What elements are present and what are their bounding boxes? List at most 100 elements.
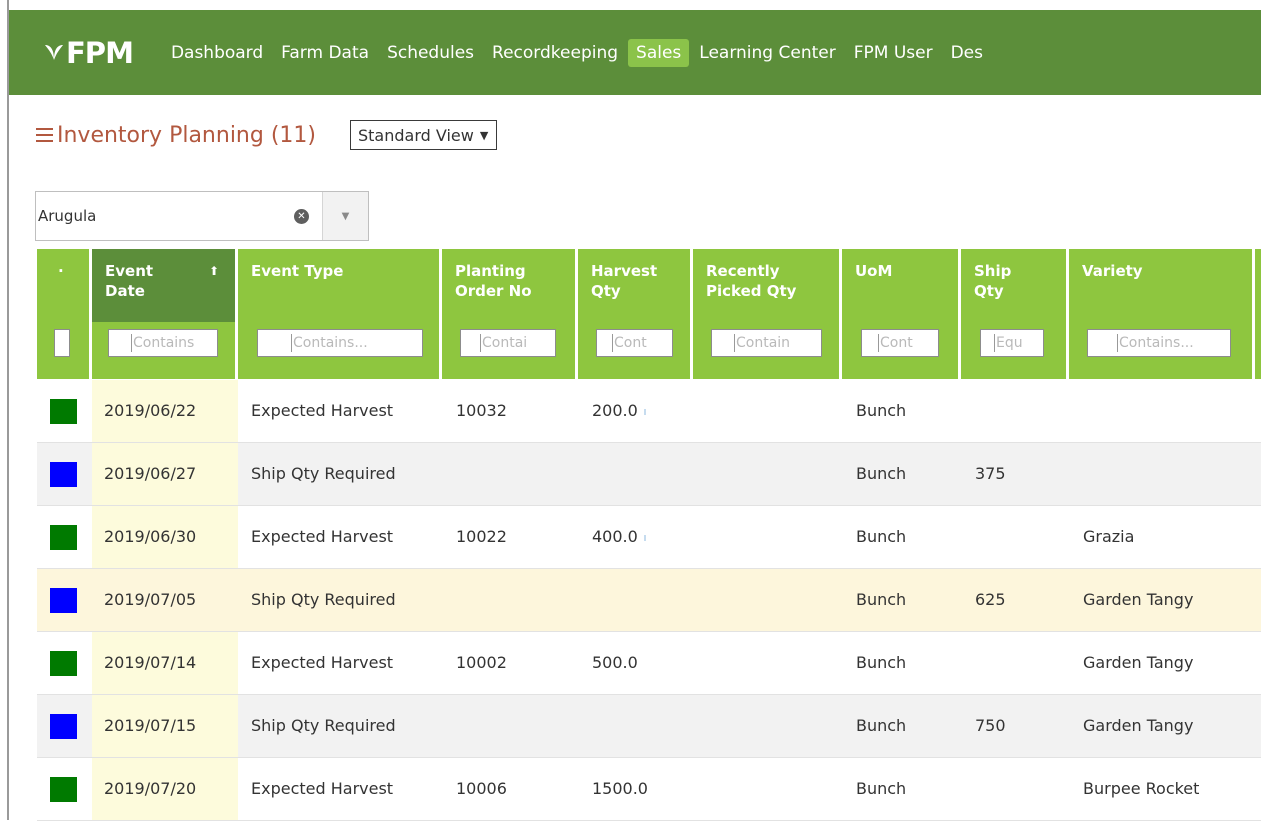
- cell-event-type: Ship Qty Required: [251, 695, 396, 757]
- nav-fpm-user[interactable]: FPM User: [846, 39, 941, 67]
- cell-uom: Bunch: [856, 758, 906, 820]
- event-color-swatch: [50, 462, 77, 487]
- cell-planting-order-no: 10002: [456, 632, 507, 694]
- cell-text: Ship Qty Required: [251, 464, 396, 483]
- cell-harvest-qty: 200.0: [592, 380, 646, 442]
- column-filter-marker[interactable]: [54, 329, 70, 357]
- top-navigation-bar: FPM Dashboard Farm Data Schedules Recordkee…: [9, 10, 1261, 95]
- cell-planting-order-no: 10032: [456, 380, 507, 442]
- column-filter-event-type[interactable]: Contains...: [257, 329, 423, 357]
- cell-harvest-qty: 400.0: [592, 506, 646, 568]
- view-select[interactable]: Standard View ▼: [350, 120, 498, 150]
- table-row[interactable]: 2019/06/30 Expected Harvest 10022 400.0 Bunc…: [37, 506, 1261, 569]
- column-header-recently-picked-qty[interactable]: Recently Picked Qty: [693, 249, 842, 379]
- cell-harvest-qty: 500.0: [592, 632, 638, 694]
- table-row[interactable]: 2019/07/05 Ship Qty Required Bunch 625 Garde…: [37, 569, 1261, 632]
- cell-planting-order-no: 10006: [456, 758, 507, 820]
- column-header-event-type[interactable]: Event Type: [238, 249, 442, 379]
- column-header-event-date[interactable]: Event Date ⬆: [92, 249, 238, 379]
- cell-variety: Burpee Rocket: [1083, 758, 1199, 820]
- page-left-border: [7, 0, 9, 820]
- cell-variety: Garden Tangy: [1083, 695, 1193, 757]
- clear-icon[interactable]: ✕: [294, 208, 309, 224]
- cell-text: 2019/06/27: [104, 464, 197, 483]
- cell-event-date: 2019/07/20: [104, 758, 196, 820]
- cell-planting-order-no: 10022: [456, 506, 507, 568]
- column-filter-harvest-qty[interactable]: Cont: [596, 329, 673, 357]
- cell-text: 10022: [456, 527, 507, 546]
- page-title: Inventory Planning (11): [57, 122, 316, 148]
- cell-text: 2019/07/20: [104, 779, 197, 798]
- nav-sales[interactable]: Sales: [628, 38, 690, 67]
- cell-ship-qty: 750: [975, 695, 1006, 757]
- column-filter-uom[interactable]: Cont: [861, 329, 939, 357]
- fpm-logo[interactable]: FPM: [44, 36, 134, 70]
- column-header-marker[interactable]: ·: [37, 249, 92, 379]
- nav-recordkeeping[interactable]: Recordkeeping: [484, 39, 626, 67]
- cell-text: Expected Harvest: [251, 401, 394, 420]
- column-filter-recently-picked-qty[interactable]: Contain: [711, 329, 822, 357]
- filter-placeholder: Contains...: [293, 335, 368, 351]
- dropdown-toggle-button[interactable]: ▼: [322, 192, 368, 240]
- column-header-uom[interactable]: UoM: [842, 249, 961, 379]
- cell-text: Bunch: [856, 401, 907, 420]
- cell-text: 2019/07/05: [104, 590, 197, 609]
- column-label: Planting Order No: [455, 262, 532, 300]
- nav-des[interactable]: Des: [943, 39, 991, 67]
- table-row[interactable]: 2019/06/27 Ship Qty Required Bunch 375: [37, 443, 1261, 506]
- view-select-value: Standard View: [358, 125, 474, 145]
- column-header-harvest-qty[interactable]: Harvest Qty: [578, 249, 693, 379]
- cell-text: Expected Harvest: [251, 527, 394, 546]
- cell-text: Expected Harvest: [251, 653, 394, 672]
- column-filter-planting-order-no[interactable]: Contai: [460, 329, 556, 357]
- table-row[interactable]: 2019/07/15 Ship Qty Required Bunch 750 Garde…: [37, 695, 1261, 758]
- filter-placeholder: Contain: [736, 335, 791, 351]
- filter-placeholder: Cont: [614, 335, 647, 351]
- cell-text: 750: [975, 716, 1006, 735]
- column-filter-ship-qty[interactable]: Equ: [980, 329, 1044, 357]
- cell-text: 500.0: [592, 653, 638, 672]
- cell-text: Bunch: [856, 779, 907, 798]
- grid-header: · Event Date ⬆ Contains Event Type Contains..…: [37, 249, 1261, 379]
- column-header-planting-order-no[interactable]: Planting Order No: [442, 249, 578, 379]
- column-label: ·: [58, 262, 64, 280]
- nav-dashboard[interactable]: Dashboard: [163, 39, 271, 67]
- table-row[interactable]: 2019/07/14 Expected Harvest 10002 500.0 Bunc…: [37, 632, 1261, 695]
- cell-event-type: Ship Qty Required: [251, 569, 396, 631]
- cell-event-type: Expected Harvest: [251, 380, 393, 442]
- event-color-swatch: [50, 588, 77, 613]
- nav-learning-center[interactable]: Learning Center: [691, 39, 843, 67]
- cell-event-type: Expected Harvest: [251, 758, 393, 820]
- nav-schedules[interactable]: Schedules: [379, 39, 482, 67]
- cell-text: 2019/07/14: [104, 653, 197, 672]
- crop-filter-value[interactable]: Arugula: [36, 207, 294, 225]
- cell-event-type: Expected Harvest: [251, 506, 393, 568]
- cell-text: Ship Qty Required: [251, 590, 396, 609]
- hamburger-menu-icon[interactable]: [36, 128, 53, 142]
- column-header-ship-qty[interactable]: Ship Qty: [961, 249, 1069, 379]
- cell-event-date: 2019/07/05: [104, 569, 196, 631]
- cell-text: 1500.0: [592, 779, 648, 798]
- column-filter-variety[interactable]: Contains...: [1087, 329, 1231, 357]
- cell-event-date: 2019/07/14: [104, 632, 196, 694]
- cell-text: Garden Tangy: [1083, 716, 1194, 735]
- sort-ascending-icon[interactable]: ⬆: [209, 264, 219, 278]
- nav-farm-data[interactable]: Farm Data: [273, 39, 377, 67]
- page-header: Inventory Planning (11) Standard View ▼: [36, 120, 498, 150]
- cell-text: 200.0: [592, 401, 638, 420]
- cell-variety: Garden Tangy: [1083, 632, 1193, 694]
- column-label: Ship Qty: [974, 262, 1012, 300]
- crop-filter-combobox[interactable]: Arugula ✕ ▼: [35, 191, 369, 241]
- cell-event-type: Expected Harvest: [251, 632, 393, 694]
- cell-text: 625: [975, 590, 1006, 609]
- cell-indicator-icon: [643, 534, 646, 541]
- column-filter-event-date[interactable]: Contains: [108, 329, 218, 357]
- filter-placeholder: Contai: [482, 335, 528, 351]
- table-row[interactable]: 2019/06/22 Expected Harvest 10032 200.0 Bunc…: [37, 380, 1261, 443]
- cell-text: Grazia: [1083, 527, 1135, 546]
- table-row[interactable]: 2019/07/20 Expected Harvest 10006 1500.0 Bun…: [37, 758, 1261, 821]
- cell-text: Bunch: [856, 716, 907, 735]
- cell-text: 10002: [456, 653, 507, 672]
- cell-text: Garden Tangy: [1083, 653, 1194, 672]
- column-header-variety[interactable]: Variety: [1069, 249, 1255, 379]
